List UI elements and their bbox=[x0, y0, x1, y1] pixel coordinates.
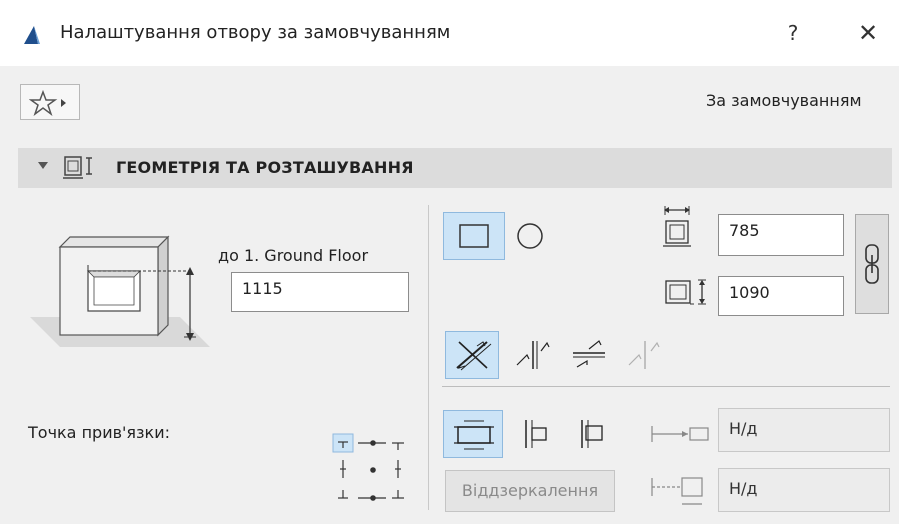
height-to-floor-input[interactable]: 1115 bbox=[231, 272, 409, 312]
width-input[interactable]: 785 bbox=[718, 214, 844, 256]
orientation-icon bbox=[456, 341, 492, 371]
star-icon bbox=[29, 90, 66, 116]
help-button[interactable]: ? bbox=[778, 18, 808, 48]
panel-divider bbox=[428, 205, 429, 510]
orientation-flat-button[interactable] bbox=[562, 331, 616, 379]
horizontal-offset-icon bbox=[651, 426, 709, 442]
anchor-point-grid[interactable] bbox=[332, 432, 414, 510]
reveal-one-side-icon bbox=[525, 420, 547, 448]
circular-shape-button[interactable] bbox=[510, 214, 550, 258]
floor-label: до 1. Ground Floor bbox=[218, 246, 369, 265]
geometry-icon bbox=[63, 156, 92, 179]
section-header-geometry[interactable]: ГЕОМЕТРІЯ ТА РОЗТАШУВАННЯ bbox=[18, 148, 892, 188]
reveal-other-side-button[interactable] bbox=[568, 410, 614, 458]
circle-icon bbox=[517, 223, 543, 249]
vertical-offset-icon bbox=[651, 477, 703, 505]
orientation-side-icon bbox=[516, 341, 550, 369]
mirror-button: Віддзеркалення bbox=[445, 470, 615, 512]
section-title: ГЕОМЕТРІЯ ТА РОЗТАШУВАННЯ bbox=[116, 158, 414, 177]
row-divider bbox=[442, 386, 890, 387]
width-icon bbox=[663, 206, 691, 247]
window-title: Налаштування отвору за замовчуванням bbox=[60, 22, 451, 43]
opening-preview-icon bbox=[30, 235, 210, 347]
rectangle-icon bbox=[459, 224, 489, 248]
link-dimensions-button[interactable] bbox=[855, 214, 889, 314]
height-input[interactable]: 1090 bbox=[718, 276, 844, 316]
orientation-disabled-button bbox=[618, 331, 672, 379]
orientation-disabled-icon bbox=[628, 341, 660, 369]
preset-label: За замовчуванням bbox=[706, 91, 862, 110]
reveal-one-side-button[interactable] bbox=[512, 410, 558, 458]
reveal-other-side-icon bbox=[581, 420, 603, 448]
chain-link-icon bbox=[865, 244, 879, 284]
rectangular-shape-button[interactable] bbox=[443, 212, 505, 260]
reveal-both-button[interactable] bbox=[443, 410, 503, 458]
orientation-flat-icon bbox=[573, 340, 605, 368]
offset-vertical-field: Н/д bbox=[718, 468, 890, 512]
orientation-side-button[interactable] bbox=[506, 331, 560, 379]
reveal-both-icon bbox=[454, 420, 494, 450]
close-button[interactable]: ✕ bbox=[850, 16, 886, 50]
height-icon bbox=[665, 279, 706, 305]
favorites-button[interactable] bbox=[20, 84, 80, 120]
app-logo-icon bbox=[24, 26, 40, 44]
offset-horizontal-field: Н/д bbox=[718, 408, 890, 452]
title-bar: Налаштування отвору за замовчуванням ? ✕ bbox=[0, 0, 899, 66]
orientation-both-sides-button[interactable] bbox=[445, 331, 499, 379]
collapse-arrow-icon[interactable] bbox=[38, 162, 48, 169]
anchor-point-label: Точка прив'язки: bbox=[28, 423, 170, 442]
